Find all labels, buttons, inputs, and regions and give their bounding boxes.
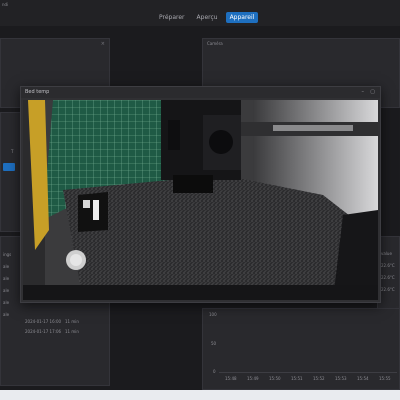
list-label: ale (3, 300, 10, 305)
y-tick: 100 (209, 312, 217, 317)
temp-value: 22.6°C (381, 275, 395, 280)
maximize-icon[interactable]: ▢ (370, 89, 375, 95)
tab-preview[interactable]: Aperçu (193, 12, 222, 23)
webcam-dialog: Bed temp – ▢ (20, 86, 381, 303)
x-tick: 15:53 (335, 376, 347, 381)
webcam-feed (23, 100, 378, 300)
chart-plot-area (219, 372, 397, 373)
x-tick: 15:51 (291, 376, 303, 381)
temp-value: value (381, 251, 392, 256)
tab-device[interactable]: Appareil (225, 12, 259, 23)
temp-value: 22.6°C (381, 287, 395, 292)
y-tick: 0 (213, 369, 216, 374)
entry-date: 2024-01-17 16:00 (25, 319, 62, 324)
list-label: ale (3, 264, 10, 269)
x-tick: 15:54 (357, 376, 369, 381)
x-tick: 15:52 (313, 376, 325, 381)
list-label: ale (3, 288, 10, 293)
camera-image (23, 100, 378, 300)
taskbar (0, 390, 400, 400)
main-nav: Préparer Aperçu Appareil (155, 12, 259, 23)
left-control-panel: T (0, 112, 22, 232)
entry-date: 2024-01-17 17:06 (25, 329, 62, 334)
entry-duration: 11 min (65, 319, 79, 324)
control-label-t: T (11, 149, 14, 154)
list-label: ings (3, 252, 12, 257)
temperature-chart-panel: 100 50 0 15:48 15:49 15:50 15:51 15:52 1… (202, 308, 400, 390)
list-label: ale (3, 276, 10, 281)
close-icon[interactable]: × (101, 41, 105, 47)
dialog-titlebar[interactable]: Bed temp – ▢ (21, 87, 380, 98)
active-control-button[interactable] (3, 163, 15, 171)
entry-duration: 11 min (65, 329, 79, 334)
x-tick: 15:50 (269, 376, 281, 381)
x-tick: 15:55 (379, 376, 391, 381)
panel-title: Caméra (207, 41, 223, 46)
x-tick: 15:49 (247, 376, 259, 381)
tab-prepare[interactable]: Préparer (155, 12, 189, 23)
top-bar: ndi Préparer Aperçu Appareil (0, 0, 400, 26)
minimize-icon[interactable]: – (362, 89, 365, 95)
y-tick: 50 (211, 341, 217, 346)
x-tick: 15:48 (225, 376, 237, 381)
dialog-title: Bed temp (25, 89, 50, 95)
list-label: ale (3, 312, 10, 317)
app-title: ndi (2, 2, 9, 7)
temp-value: 22.6°C (381, 263, 395, 268)
